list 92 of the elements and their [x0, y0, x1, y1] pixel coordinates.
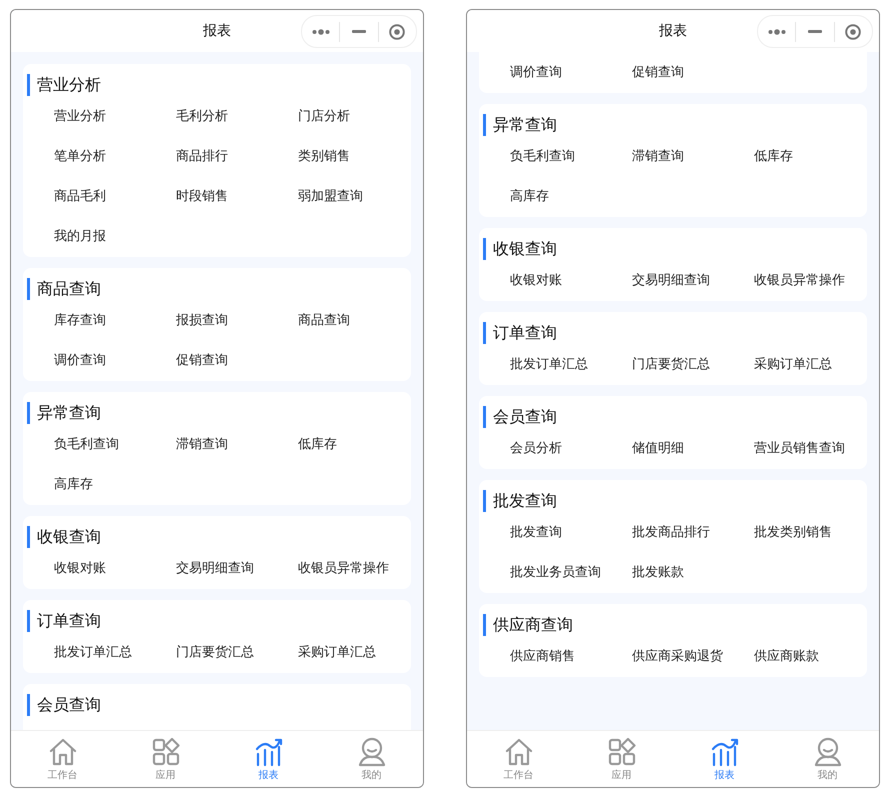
section-title: 会员查询 — [483, 406, 867, 428]
minimize-icon[interactable] — [352, 30, 366, 33]
report-link[interactable]: 负毛利查询 — [510, 136, 632, 176]
report-link[interactable]: 批发业务员查询 — [510, 552, 632, 592]
tab-label: 我的 — [818, 768, 838, 782]
tab-label: 应用 — [612, 768, 632, 782]
report-link[interactable]: 调价查询 — [510, 52, 632, 92]
tab-label: 报表 — [258, 768, 278, 782]
section-title: 订单查询 — [483, 322, 867, 344]
grid-icon — [606, 736, 636, 766]
tab-label: 工作台 — [504, 768, 534, 782]
report-link[interactable]: 供应商账款 — [754, 636, 876, 676]
section-title: 会员查询 — [27, 694, 411, 716]
report-link[interactable]: 采购订单汇总 — [754, 344, 876, 384]
home-icon — [504, 736, 534, 766]
report-link[interactable]: 营业员销售查询 — [754, 428, 876, 468]
report-link[interactable]: 促销查询 — [176, 340, 298, 380]
report-link[interactable]: 滞销查询 — [632, 136, 754, 176]
page-title: 报表 — [203, 22, 231, 40]
report-link[interactable]: 交易明细查询 — [632, 260, 754, 300]
report-link[interactable]: 批发订单汇总 — [54, 632, 176, 672]
minimize-icon[interactable] — [808, 30, 822, 33]
report-link[interactable]: 批发账款 — [632, 552, 754, 592]
section-title: 收银查询 — [27, 526, 411, 548]
report-link[interactable]: 批发查询 — [510, 512, 632, 552]
chart-icon — [710, 736, 740, 766]
more-icon[interactable] — [312, 28, 330, 34]
report-link[interactable]: 毛利分析 — [176, 96, 298, 136]
user-icon — [356, 736, 386, 766]
report-link[interactable]: 收银员异常操作 — [298, 548, 420, 588]
more-icon[interactable] — [768, 28, 786, 34]
tab-item[interactable]: 报表 — [217, 731, 320, 787]
section-title: 商品查询 — [27, 278, 411, 300]
section-title: 批发查询 — [483, 490, 867, 512]
tab-item[interactable]: 工作台 — [467, 731, 570, 787]
tab-item[interactable]: 报表 — [673, 731, 776, 787]
report-link[interactable]: 滞销查询 — [176, 424, 298, 464]
tab-item[interactable]: 工作台 — [11, 731, 114, 787]
report-link[interactable]: 门店要货汇总 — [632, 344, 754, 384]
report-link[interactable]: 类别销售 — [298, 136, 420, 176]
section-title: 收银查询 — [483, 238, 867, 260]
report-link[interactable]: 高库存 — [54, 464, 176, 504]
report-link[interactable]: 采购订单汇总 — [298, 632, 420, 672]
report-link[interactable]: 负毛利查询 — [54, 424, 176, 464]
tab-item[interactable]: 我的 — [776, 731, 879, 787]
report-link[interactable]: 低库存 — [298, 424, 420, 464]
section-title: 订单查询 — [27, 610, 411, 632]
report-link[interactable]: 促销查询 — [632, 52, 754, 92]
report-link[interactable]: 交易明细查询 — [176, 548, 298, 588]
report-link[interactable]: 收银对账 — [54, 548, 176, 588]
report-link[interactable]: 储值明细 — [632, 428, 754, 468]
tab-label: 工作台 — [48, 768, 78, 782]
report-link[interactable]: 商品排行 — [176, 136, 298, 176]
report-link[interactable]: 供应商销售 — [510, 636, 632, 676]
section-title: 异常查询 — [483, 114, 867, 136]
section-title: 供应商查询 — [483, 614, 867, 636]
report-link[interactable]: 我的月报 — [54, 216, 176, 256]
report-link[interactable]: 商品毛利 — [54, 176, 176, 216]
tab-item[interactable]: 应用 — [114, 731, 217, 787]
tab-label: 报表 — [714, 768, 734, 782]
report-link[interactable]: 库存查询 — [54, 300, 176, 340]
home-icon — [48, 736, 78, 766]
report-link[interactable]: 高库存 — [510, 176, 632, 216]
tab-label: 我的 — [362, 768, 382, 782]
grid-icon — [150, 736, 180, 766]
close-icon[interactable] — [845, 24, 862, 40]
report-link[interactable]: 调价查询 — [54, 340, 176, 380]
report-link[interactable]: 收银对账 — [510, 260, 632, 300]
section-title: 异常查询 — [27, 402, 411, 424]
report-link[interactable]: 门店要货汇总 — [176, 632, 298, 672]
close-icon[interactable] — [389, 24, 406, 40]
report-link[interactable]: 会员分析 — [510, 428, 632, 468]
tab-label: 应用 — [156, 768, 176, 782]
report-link[interactable]: 营业分析 — [54, 96, 176, 136]
report-link[interactable]: 弱加盟查询 — [298, 176, 420, 216]
chart-icon — [254, 736, 284, 766]
section-title: 营业分析 — [27, 74, 411, 96]
tab-item[interactable]: 我的 — [320, 731, 423, 787]
report-link[interactable]: 笔单分析 — [54, 136, 176, 176]
user-icon — [812, 736, 842, 766]
report-link[interactable]: 门店分析 — [298, 96, 420, 136]
tab-item[interactable]: 应用 — [570, 731, 673, 787]
report-link[interactable]: 时段销售 — [176, 176, 298, 216]
page-title: 报表 — [659, 22, 687, 40]
report-link[interactable]: 批发类别销售 — [754, 512, 876, 552]
report-link[interactable]: 商品查询 — [298, 300, 420, 340]
report-link[interactable]: 批发商品排行 — [632, 512, 754, 552]
report-link[interactable]: 供应商采购退货 — [632, 636, 754, 676]
report-link[interactable]: 收银员异常操作 — [754, 260, 876, 300]
report-link[interactable]: 批发订单汇总 — [510, 344, 632, 384]
report-link[interactable]: 报损查询 — [176, 300, 298, 340]
report-link[interactable]: 低库存 — [754, 136, 876, 176]
